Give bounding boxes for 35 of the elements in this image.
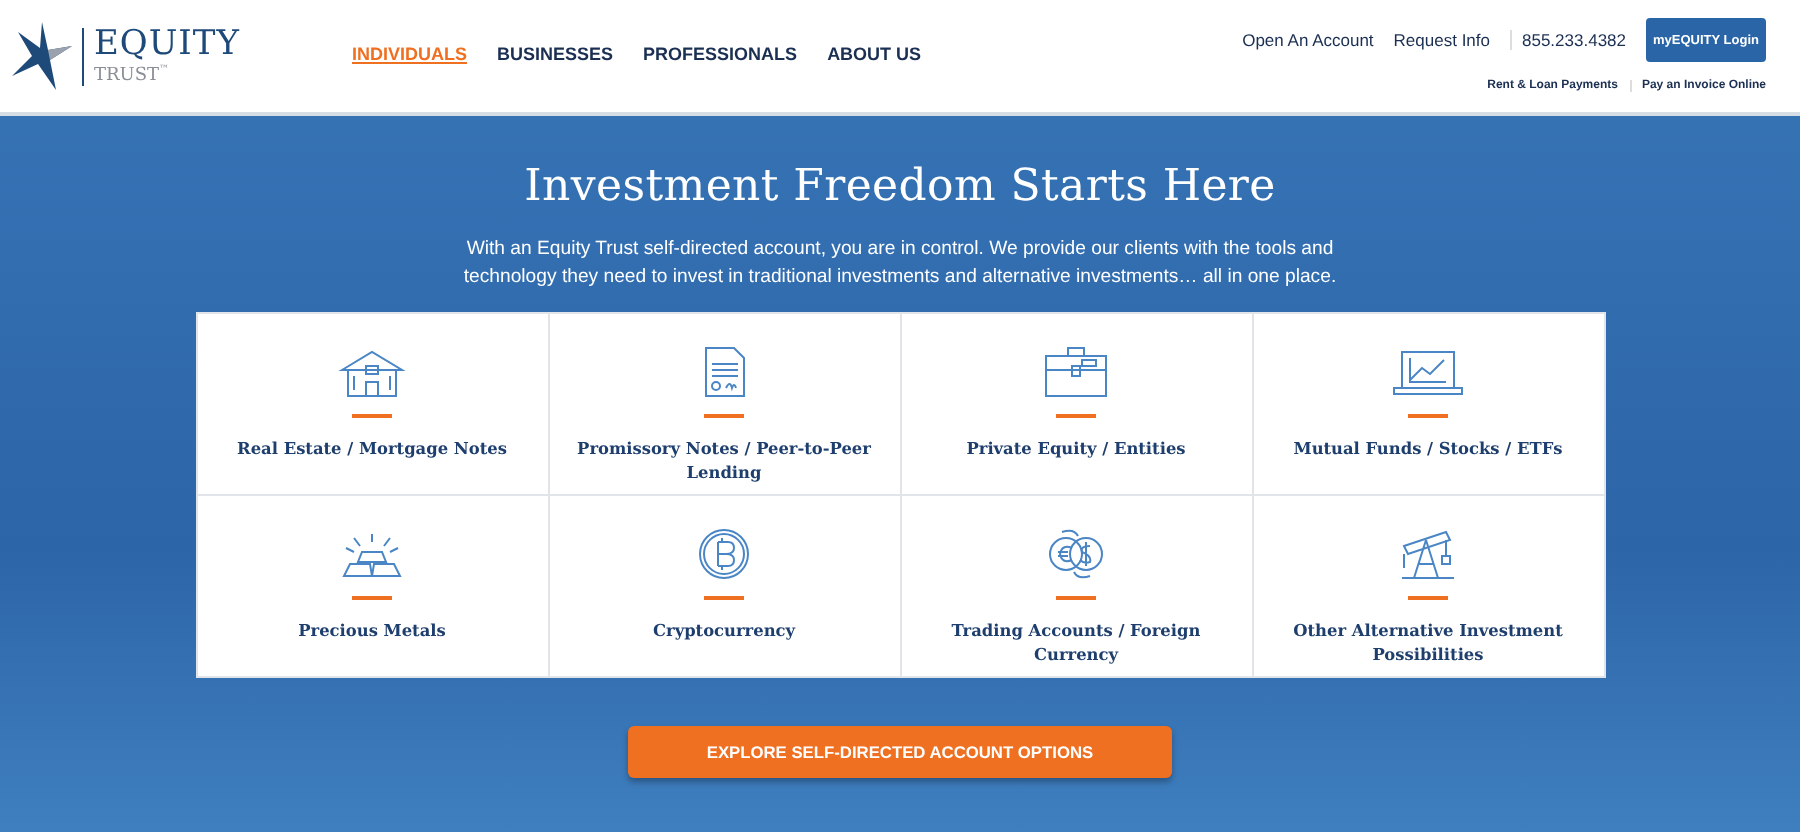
logo-name: EQUITY	[94, 27, 240, 61]
hero-title: Investment Freedom Starts Here	[524, 162, 1276, 212]
accent-rule	[1408, 414, 1448, 418]
category-label: Cryptocurrency	[652, 618, 796, 642]
star-logo-icon	[12, 22, 72, 90]
accent-rule	[704, 596, 744, 600]
category-label: Private Equity / Entities	[966, 436, 1186, 460]
accent-rule	[704, 414, 744, 418]
document-icon	[702, 346, 746, 398]
nav-link[interactable]: BUSINESSES	[497, 44, 614, 64]
currency-coins-icon	[1046, 528, 1106, 580]
nav-link[interactable]: PROFESSIONALS	[643, 44, 798, 64]
accent-rule	[1056, 596, 1096, 600]
category-label: Precious Metals	[298, 618, 446, 642]
laptop-chart-icon	[1392, 350, 1464, 398]
oil-pump-icon	[1398, 528, 1458, 580]
briefcase-icon	[1044, 346, 1108, 398]
category-label: Real Estate / Mortgage Notes	[237, 436, 507, 460]
header-link[interactable]: Open An Account	[1242, 30, 1374, 50]
phone-link[interactable]: 855.233.4382	[1510, 30, 1626, 50]
category-label: Trading Accounts / Foreign Currency	[949, 618, 1203, 666]
bitcoin-icon	[698, 528, 750, 580]
header-link[interactable]: Request Info	[1393, 30, 1490, 50]
house-icon	[338, 350, 406, 398]
category-label: Mutual Funds / Stocks / ETFs	[1293, 436, 1563, 460]
logo-subtitle: TRUST$^{™}$	[94, 65, 172, 85]
accent-rule	[352, 414, 392, 418]
hero-text: With an Equity Trust self-directed account, you are in control. We provide our clients with the tools and technology they need to invest in traditional investments and alternative investments… all in one place.	[461, 236, 1339, 292]
accent-rule	[1056, 414, 1096, 418]
nav-link[interactable]: ABOUT US	[827, 44, 922, 64]
metal-bars-icon	[340, 532, 404, 580]
category-label: Other Alternative Investment Possibilities	[1291, 618, 1565, 666]
accent-rule	[1408, 596, 1448, 600]
accent-rule	[352, 596, 392, 600]
category-label: Promissory Notes / Peer-to-Peer Lending	[575, 436, 873, 484]
